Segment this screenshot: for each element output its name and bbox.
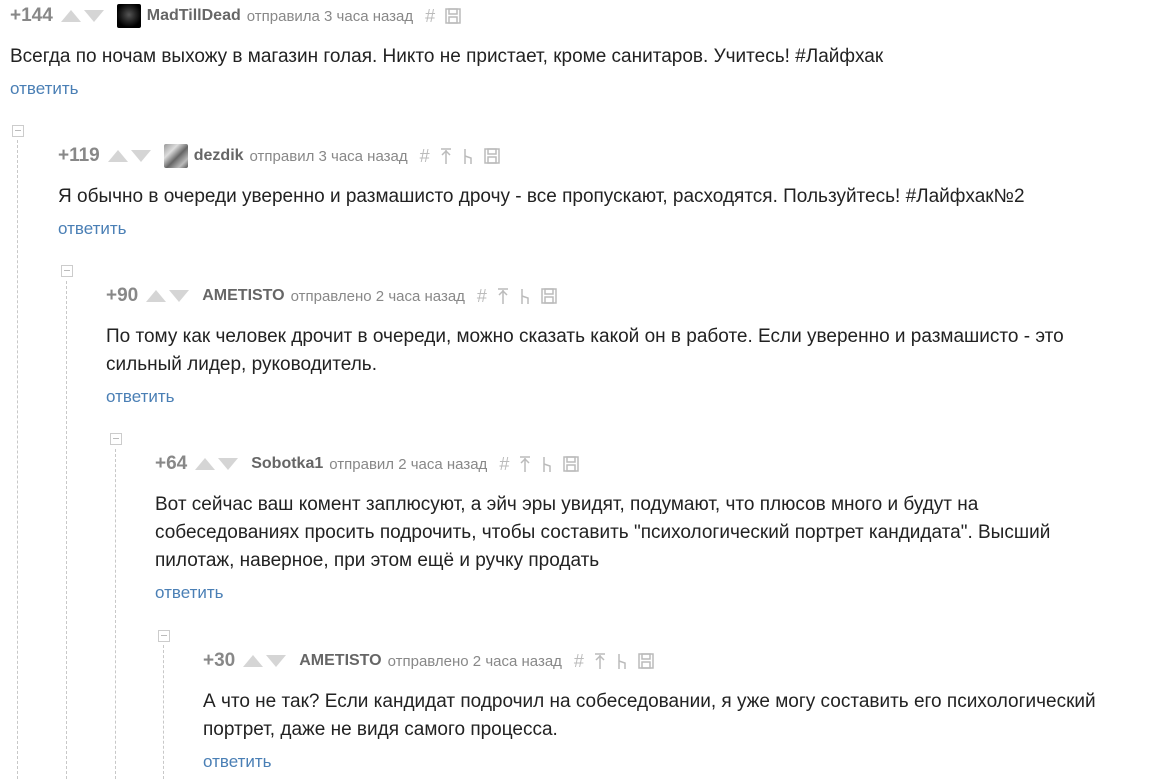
avatar[interactable] bbox=[116, 4, 141, 28]
collapse-toggle[interactable] bbox=[110, 433, 122, 445]
comment: +90 AMETISTO отправлено 2 часа назад # П… bbox=[106, 283, 1161, 407]
vote-controls bbox=[243, 655, 289, 667]
branch-icon[interactable] bbox=[462, 147, 474, 165]
comment: +144 MadTillDead отправила 3 часа назад … bbox=[10, 3, 1160, 99]
comment-header: +119 dezdik отправил 3 часа назад # bbox=[58, 143, 1158, 169]
thread-line-1 bbox=[17, 140, 18, 779]
comment-author[interactable]: dezdik bbox=[194, 147, 244, 165]
hash-icon[interactable]: # bbox=[420, 146, 430, 167]
branch-icon[interactable] bbox=[519, 287, 531, 305]
comment-text: Вот сейчас ваш комент заплюсуют, а эйч э… bbox=[155, 494, 1051, 571]
comment-author[interactable]: Sobotka1 bbox=[251, 455, 323, 473]
thread-line-3 bbox=[115, 449, 116, 779]
comment: +30 AMETISTO отправлено 2 часа назад # А… bbox=[203, 648, 1163, 772]
comment: +64 Sobotka1 отправил 2 часа назад # Вот… bbox=[155, 451, 1160, 603]
collapse-toggle[interactable] bbox=[12, 125, 24, 137]
upvote-icon[interactable] bbox=[243, 655, 264, 667]
comment-rating: +119 bbox=[58, 145, 100, 166]
vote-controls bbox=[146, 290, 192, 302]
arrow-up-icon[interactable] bbox=[440, 147, 452, 165]
hash-icon[interactable]: # bbox=[477, 286, 487, 307]
hash-icon[interactable]: # bbox=[499, 454, 509, 475]
reply-link[interactable]: ответить bbox=[58, 219, 127, 239]
arrow-up-icon[interactable] bbox=[497, 287, 509, 305]
comment-text: Всегда по ночам выхожу в магазин голая. … bbox=[10, 46, 884, 67]
save-icon[interactable] bbox=[541, 288, 557, 304]
collapse-toggle[interactable] bbox=[158, 630, 170, 642]
branch-icon[interactable] bbox=[541, 455, 553, 473]
upvote-icon[interactable] bbox=[60, 10, 81, 22]
downvote-icon[interactable] bbox=[83, 10, 104, 22]
comment-timestamp: отправил 2 часа назад bbox=[329, 455, 488, 473]
hash-icon[interactable]: # bbox=[425, 6, 435, 27]
collapse-toggle[interactable] bbox=[61, 265, 73, 277]
comment-text: Я обычно в очереди уверенно и размашисто… bbox=[58, 186, 1025, 207]
save-icon[interactable] bbox=[483, 148, 500, 164]
vote-controls bbox=[195, 458, 241, 470]
hash-icon[interactable]: # bbox=[574, 651, 584, 672]
comment-timestamp: отправлено 2 часа назад bbox=[290, 287, 465, 305]
upvote-icon[interactable] bbox=[195, 458, 216, 470]
save-icon[interactable] bbox=[563, 456, 580, 472]
thread-line-2 bbox=[66, 281, 67, 779]
downvote-icon[interactable] bbox=[266, 655, 287, 667]
comment-timestamp: отправил 3 часа назад bbox=[249, 147, 408, 165]
comment-header: +30 AMETISTO отправлено 2 часа назад # bbox=[203, 648, 1163, 674]
vote-controls bbox=[107, 150, 154, 162]
comment-timestamp: отправлено 2 часа назад bbox=[387, 652, 562, 670]
downvote-icon[interactable] bbox=[169, 290, 190, 302]
arrow-up-icon[interactable] bbox=[519, 455, 531, 473]
comment-header: +90 AMETISTO отправлено 2 часа назад # bbox=[106, 283, 1161, 309]
comment: +119 dezdik отправил 3 часа назад # Я об… bbox=[58, 143, 1158, 239]
comment-rating: +144 bbox=[10, 5, 53, 26]
downvote-icon[interactable] bbox=[218, 458, 239, 470]
comment-header: +144 MadTillDead отправила 3 часа назад … bbox=[10, 3, 1160, 29]
comment-author[interactable]: AMETISTO bbox=[202, 287, 284, 305]
save-icon[interactable] bbox=[445, 8, 461, 24]
comment-timestamp: отправила 3 часа назад bbox=[246, 7, 414, 25]
comment-author[interactable]: AMETISTO bbox=[299, 652, 381, 670]
upvote-icon[interactable] bbox=[107, 150, 128, 162]
reply-link[interactable]: ответить bbox=[203, 752, 272, 772]
comment-rating: +30 bbox=[203, 650, 236, 671]
reply-link[interactable]: ответить bbox=[10, 79, 79, 99]
branch-icon[interactable] bbox=[616, 652, 628, 670]
reply-link[interactable]: ответить bbox=[106, 387, 175, 407]
save-icon[interactable] bbox=[638, 653, 654, 669]
vote-controls bbox=[60, 10, 107, 22]
downvote-icon[interactable] bbox=[130, 150, 151, 162]
comment-rating: +64 bbox=[155, 453, 188, 474]
avatar[interactable] bbox=[163, 144, 188, 168]
comment-text: А что не так? Если кандидат подрочил на … bbox=[203, 691, 1096, 740]
reply-link[interactable]: ответить bbox=[155, 583, 224, 603]
arrow-up-icon[interactable] bbox=[594, 652, 606, 670]
upvote-icon[interactable] bbox=[146, 290, 167, 302]
comment-rating: +90 bbox=[106, 285, 139, 306]
comment-text: По тому как человек дрочит в очереди, мо… bbox=[106, 326, 1064, 375]
comment-author[interactable]: MadTillDead bbox=[147, 7, 241, 25]
comment-header: +64 Sobotka1 отправил 2 часа назад # bbox=[155, 451, 1160, 477]
thread-line-4 bbox=[163, 645, 164, 779]
